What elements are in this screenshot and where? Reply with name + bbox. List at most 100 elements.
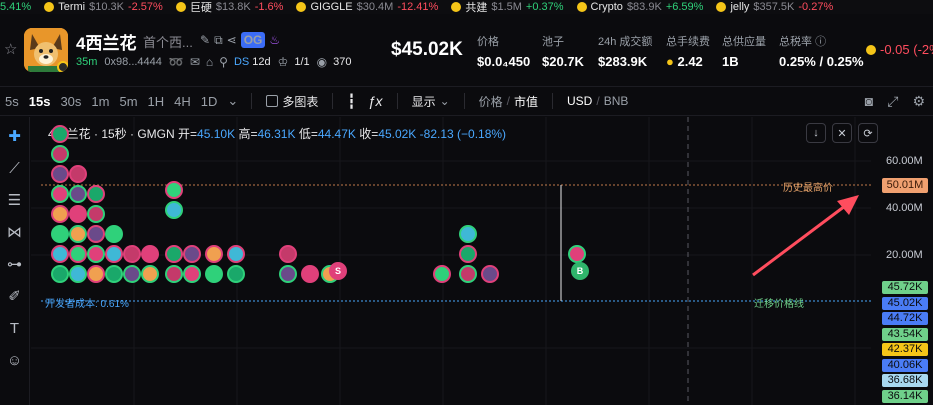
trade-marker-icon[interactable] <box>205 265 223 283</box>
trade-marker-icon[interactable] <box>51 225 69 243</box>
pattern-icon[interactable]: ⋈ <box>7 223 22 243</box>
trade-marker-icon[interactable] <box>227 245 245 263</box>
quote-toggle[interactable]: USD / BNB <box>567 94 628 108</box>
ticker-item[interactable]: GIGGLE $30.4M -12.41% <box>296 1 438 13</box>
tf-1m[interactable]: 1m <box>91 94 109 109</box>
trade-marker-icon[interactable] <box>51 245 69 263</box>
buy-marker-icon[interactable]: B <box>571 262 589 280</box>
trade-marker-icon[interactable] <box>105 265 123 283</box>
ticker-item[interactable]: 共建 $1.5M +0.37% <box>451 0 564 14</box>
fees-value: 2.42 <box>677 54 703 69</box>
ticker-item[interactable]: 5.41% <box>0 1 31 13</box>
wave-icon[interactable]: ➿ <box>169 55 184 69</box>
trade-marker-icon[interactable] <box>165 181 183 199</box>
tf-30s[interactable]: 30s <box>60 94 81 109</box>
trade-marker-icon[interactable] <box>87 265 105 283</box>
collapse-icon[interactable]: ✕ <box>832 123 852 143</box>
web-icon[interactable]: ⌂ <box>206 55 213 69</box>
tf-4h[interactable]: 4H <box>174 94 191 109</box>
multi-chart-toggle[interactable]: 多图表 <box>266 93 318 110</box>
trade-marker-icon[interactable] <box>123 245 141 263</box>
candle-icon[interactable]: ┇ <box>347 93 355 110</box>
text-icon[interactable]: T <box>10 319 19 339</box>
trade-marker-icon[interactable] <box>183 265 201 283</box>
trade-marker-icon[interactable] <box>51 125 69 143</box>
trade-marker-icon[interactable] <box>69 165 87 183</box>
emoji-icon[interactable]: ☺ <box>7 351 22 371</box>
trade-marker-icon[interactable] <box>87 225 105 243</box>
contract-address[interactable]: 0x98...4444 <box>104 56 162 68</box>
trade-marker-icon[interactable] <box>459 265 477 283</box>
indicator-icon[interactable]: ƒx <box>368 93 383 109</box>
checkbox-icon[interactable] <box>266 95 279 107</box>
quote-bnb[interactable]: BNB <box>604 94 629 108</box>
share-icon[interactable]: ⋖ <box>227 33 237 47</box>
crosshair-icon[interactable]: ✚ <box>8 127 21 147</box>
trade-marker-icon[interactable] <box>69 245 87 263</box>
quote-usd[interactable]: USD <box>567 94 592 108</box>
trade-marker-icon[interactable] <box>69 225 87 243</box>
trade-marker-icon[interactable] <box>87 245 105 263</box>
trade-marker-icon[interactable] <box>51 165 69 183</box>
trade-marker-icon[interactable] <box>227 265 245 283</box>
favorite-star-icon[interactable]: ☆ <box>4 42 20 58</box>
ticker-item[interactable]: 巨硬 $13.8K -1.6% <box>175 0 283 14</box>
trade-marker-icon[interactable] <box>87 205 105 223</box>
help-icon[interactable]: ⓘ <box>815 36 826 48</box>
trade-marker-icon[interactable] <box>51 265 69 283</box>
price-chart[interactable]: 4西兰花 · 15秒 · GMGN 开=45.10K 高=46.31K 低=44… <box>31 117 933 405</box>
trade-marker-icon[interactable] <box>459 245 477 263</box>
tf-5s[interactable]: 5s <box>5 94 19 109</box>
tf-5m[interactable]: 5m <box>119 94 137 109</box>
trade-marker-icon[interactable] <box>69 265 87 283</box>
refresh-icon[interactable]: ⟳ <box>858 123 878 143</box>
arrow-shaft <box>752 201 850 277</box>
trade-marker-icon[interactable] <box>459 225 477 243</box>
edit-icon[interactable]: ✎ <box>200 33 210 47</box>
trade-marker-icon[interactable] <box>123 265 141 283</box>
trade-marker-icon[interactable] <box>141 265 159 283</box>
trade-marker-icon[interactable] <box>205 245 223 263</box>
trade-marker-icon[interactable] <box>105 225 123 243</box>
trade-marker-icon[interactable] <box>51 185 69 203</box>
trade-marker-icon[interactable] <box>165 245 183 263</box>
copy-icon[interactable]: ⧉ <box>214 33 223 48</box>
search-icon[interactable]: ⚲ <box>219 55 228 69</box>
ticker-item[interactable]: Termi $10.3K -2.57% <box>44 1 163 13</box>
tf-1h[interactable]: 1H <box>148 94 165 109</box>
trade-marker-icon[interactable] <box>279 265 297 283</box>
scroll-down-icon[interactable]: ↓ <box>806 123 826 143</box>
trade-marker-icon[interactable] <box>69 185 87 203</box>
camera-icon[interactable]: ◙ <box>865 93 873 110</box>
horizontal-lines-icon[interactable]: ☰ <box>8 191 21 211</box>
mcap-mode-label[interactable]: 市值 <box>514 93 538 110</box>
trade-marker-icon[interactable] <box>141 245 159 263</box>
trade-marker-icon[interactable] <box>165 265 183 283</box>
tf-15s[interactable]: 15s <box>29 94 51 109</box>
twitter-icon[interactable]: ✉ <box>190 55 200 69</box>
trade-marker-icon[interactable] <box>301 265 319 283</box>
trade-marker-icon[interactable] <box>481 265 499 283</box>
trade-marker-icon[interactable] <box>279 245 297 263</box>
trade-marker-icon[interactable] <box>105 245 123 263</box>
trade-marker-icon[interactable] <box>69 205 87 223</box>
trade-marker-icon[interactable] <box>87 185 105 203</box>
trade-marker-icon[interactable] <box>433 265 451 283</box>
fullscreen-icon[interactable]: ⤢ <box>887 93 898 110</box>
tf-1d[interactable]: 1D <box>201 94 218 109</box>
price-mode[interactable]: 价格 / 市值 <box>479 93 538 110</box>
trendline-icon[interactable]: ⟋ <box>9 159 20 179</box>
trade-marker-icon[interactable] <box>51 145 69 163</box>
trade-marker-icon[interactable] <box>51 205 69 223</box>
ticker-item[interactable]: Crypto $83.9K +6.59% <box>576 1 703 13</box>
fib-icon[interactable]: ⊶ <box>7 255 22 275</box>
sell-marker-icon[interactable]: S <box>329 262 347 280</box>
trade-marker-icon[interactable] <box>568 245 586 263</box>
trade-marker-icon[interactable] <box>165 201 183 219</box>
trade-marker-icon[interactable] <box>183 245 201 263</box>
settings-gear-icon[interactable]: ⚙ <box>912 93 925 110</box>
chevron-down-icon[interactable]: ⌄ <box>227 93 238 109</box>
display-menu[interactable]: 显示 ⌄ <box>412 93 450 110</box>
brush-icon[interactable]: ✐ <box>8 287 21 307</box>
ticker-item[interactable]: jelly $357.5K -0.27% <box>716 1 833 13</box>
